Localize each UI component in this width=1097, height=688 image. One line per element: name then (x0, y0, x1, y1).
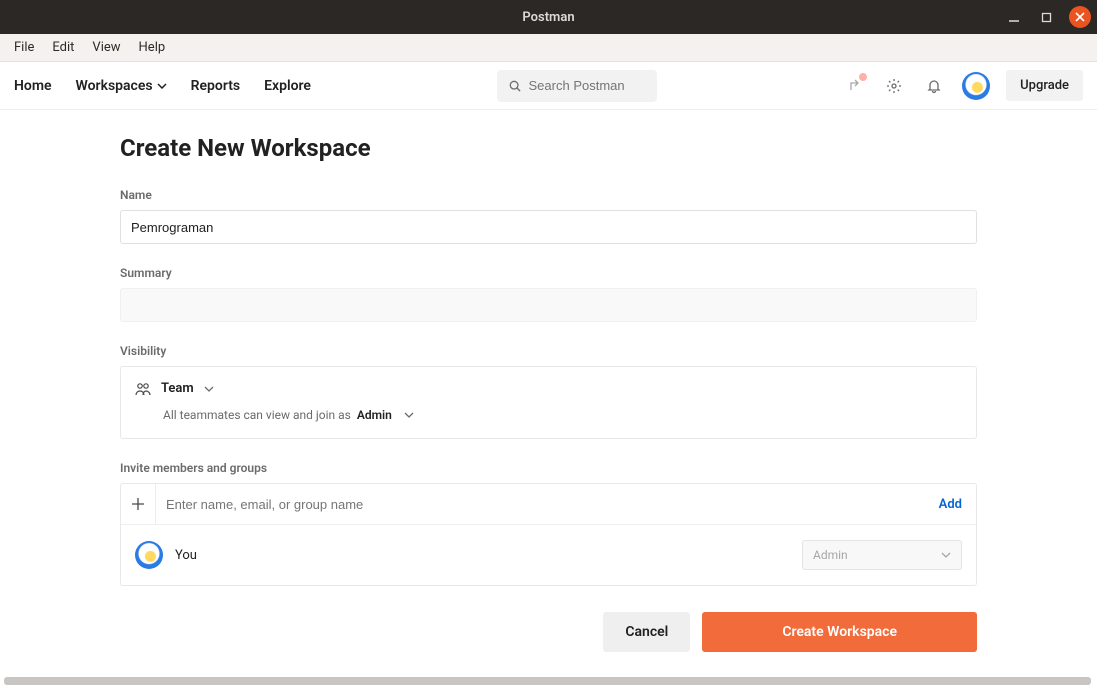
chevron-down-icon (404, 412, 414, 418)
summary-input[interactable] (120, 288, 977, 322)
close-button[interactable] (1069, 6, 1091, 28)
name-label: Name (120, 188, 977, 202)
member-row: You Admin (121, 524, 976, 585)
window-title: Postman (522, 10, 574, 25)
horizontal-scrollbar[interactable] (4, 677, 1091, 685)
nav-reports[interactable]: Reports (191, 78, 241, 94)
member-avatar (135, 541, 163, 569)
visibility-value: Team (161, 381, 194, 396)
plus-icon (121, 497, 155, 511)
nav-home[interactable]: Home (14, 78, 52, 94)
visibility-role: Admin (357, 408, 392, 422)
invite-input[interactable] (155, 484, 925, 524)
settings-icon[interactable] (882, 74, 906, 98)
menu-file[interactable]: File (6, 38, 42, 57)
nav-workspaces-label: Workspaces (76, 78, 153, 94)
user-avatar[interactable] (962, 72, 990, 100)
add-button[interactable]: Add (925, 497, 976, 512)
search-icon (509, 79, 521, 93)
search-box[interactable] (497, 70, 657, 102)
cancel-button[interactable]: Cancel (603, 612, 690, 652)
menu-edit[interactable]: Edit (44, 38, 82, 57)
search-input[interactable] (529, 78, 645, 93)
notifications-icon[interactable] (922, 74, 946, 98)
menu-help[interactable]: Help (131, 38, 174, 57)
team-icon (135, 382, 151, 396)
upgrade-button[interactable]: Upgrade (1006, 70, 1083, 101)
summary-label: Summary (120, 266, 977, 280)
chevron-down-icon (157, 83, 167, 89)
minimize-button[interactable] (1005, 8, 1023, 26)
visibility-selector[interactable]: Team (135, 381, 962, 396)
member-role-select[interactable]: Admin (802, 540, 962, 570)
member-role-value: Admin (813, 548, 848, 562)
visibility-sub-text: All teammates can view and join as (163, 408, 351, 422)
page-title: Create New Workspace (120, 134, 977, 162)
workspace-name-input[interactable] (120, 210, 977, 244)
chevron-down-icon (204, 386, 214, 392)
nav-workspaces[interactable]: Workspaces (76, 78, 167, 94)
visibility-description[interactable]: All teammates can view and join as Admin (163, 408, 962, 422)
sync-icon[interactable] (842, 74, 866, 98)
invite-label: Invite members and groups (120, 461, 977, 475)
member-name: You (175, 548, 197, 563)
visibility-label: Visibility (120, 344, 977, 358)
menu-view[interactable]: View (84, 38, 128, 57)
create-workspace-button[interactable]: Create Workspace (702, 612, 977, 652)
nav-explore[interactable]: Explore (264, 78, 311, 94)
sync-badge (859, 73, 867, 81)
maximize-button[interactable] (1037, 8, 1055, 26)
chevron-down-icon (941, 552, 951, 558)
